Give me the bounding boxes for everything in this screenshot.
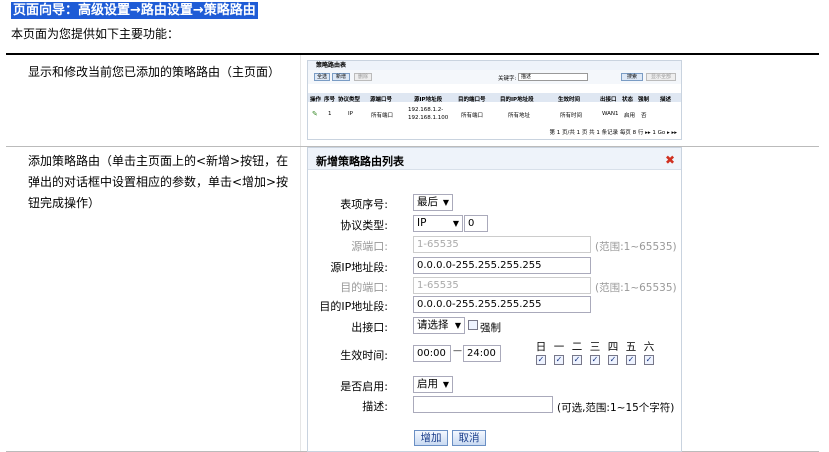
dst-port-label: 目的端口: [340, 281, 388, 294]
column-divider [300, 55, 301, 452]
row2-description: 添加策略路由（单击主页面上的<新增>按钮，在弹出的对话框中设置相应的参数，单击<… [28, 154, 289, 210]
mini-select-all-button: 全选 [314, 73, 330, 81]
mini-header-status: 状态 [622, 97, 634, 103]
mini-cell-force: 否 [641, 113, 647, 119]
chevron-down-icon: ▼ [452, 219, 459, 228]
src-port-hint: (范围:1~65535) [595, 241, 677, 253]
dst-ip-input[interactable]: 0.0.0.0-255.255.255.255 [413, 296, 591, 313]
mini-header-dst-ip: 目的IP地址段 [500, 97, 534, 103]
dst-port-hint: (范围:1~65535) [595, 282, 677, 294]
mini-delete-button: 删除 [354, 73, 372, 81]
row1-description: 显示和修改当前您已添加的策略路由（主页面） [28, 65, 281, 79]
iface-label: 出接口: [351, 321, 388, 334]
mini-cell-proto: IP [348, 111, 353, 117]
dialog-title: 新增策略路由列表 [316, 155, 404, 168]
page-title: 页面向导：高级设置→路由设置→策略路由 [11, 2, 258, 19]
src-ip-label: 源IP地址段: [330, 261, 388, 274]
add-policy-route-dialog: 新增策略路由列表 ✖ 表项序号: 最后 ▼ 协议类型: IP ▼ 0 源端口: 1-… [307, 147, 682, 452]
mini-cell-status: 启用 [624, 113, 636, 119]
day-label-tue: 二 [571, 341, 583, 353]
mini-header-src-ip: 源IP地址段 [414, 97, 443, 103]
policy-route-table-screenshot: 策略路由表 全选 新增 删除 关键字: 描述 搜索 显示全部 操作 序号 协议类… [307, 60, 682, 140]
mini-header-op: 操作 [310, 97, 322, 103]
mini-toolbar: 全选 新增 删除 关键字: 描述 搜索 显示全部 [308, 70, 681, 84]
enable-label: 是否启用: [340, 380, 388, 393]
cancel-button[interactable]: 取消 [452, 430, 486, 446]
edit-icon: ✎ [312, 110, 318, 118]
mini-search-label: 关键字: [498, 76, 517, 82]
mini-header-iface: 出接口 [600, 97, 617, 103]
dst-port-input[interactable]: 1-65535 [413, 277, 591, 294]
index-select-value: 最后 [417, 196, 438, 208]
src-port-input[interactable]: 1-65535 [413, 236, 591, 253]
enable-select-value: 启用 [417, 378, 438, 390]
mini-show-all-button: 显示全部 [646, 73, 676, 81]
mini-header-time: 生效时间 [558, 97, 581, 103]
mini-title: 策略路由表 [308, 61, 681, 70]
chevron-down-icon: ▼ [454, 321, 461, 330]
mini-add-button: 新增 [332, 73, 350, 81]
day-checkbox-mon[interactable]: ✓ [554, 355, 564, 365]
desc-input[interactable] [413, 396, 553, 413]
enable-select[interactable]: 启用 ▼ [413, 376, 453, 393]
mini-cell-dst-port: 所有端口 [461, 113, 484, 119]
close-icon[interactable]: ✖ [665, 153, 675, 167]
proto-number-input[interactable]: 0 [464, 215, 488, 232]
force-label: 强制 [480, 322, 501, 334]
add-button[interactable]: 增加 [414, 430, 448, 446]
mini-cell-index: 1 [328, 111, 332, 117]
time-start-input[interactable]: 00:00 [413, 345, 451, 362]
day-label-sat: 六 [643, 341, 655, 353]
src-port-label: 源端口: [351, 240, 388, 253]
dst-ip-label: 目的IP地址段: [319, 300, 388, 313]
day-label-sun: 日 [535, 341, 547, 353]
mini-cell-src-port: 所有端口 [371, 113, 394, 119]
time-separator: — [453, 346, 462, 356]
index-label: 表项序号: [340, 198, 388, 211]
dialog-header: 新增策略路由列表 ✖ [308, 148, 681, 170]
mini-header-desc: 描述 [660, 97, 672, 103]
iface-select[interactable]: 请选择 ▼ [413, 317, 465, 334]
day-checkbox-sat[interactable]: ✓ [644, 355, 654, 365]
mini-cell-src-ip: 192.168.1.2-192.168.1.100 [408, 107, 449, 121]
time-end-input[interactable]: 24:00 [463, 345, 501, 362]
iface-select-value: 请选择 [417, 319, 449, 331]
mini-header-force: 强制 [638, 97, 650, 103]
day-label-mon: 一 [553, 341, 565, 353]
day-checkbox-wed[interactable]: ✓ [590, 355, 600, 365]
divider [6, 53, 819, 55]
mini-search-button: 搜索 [621, 73, 643, 81]
chevron-down-icon: ▼ [442, 198, 449, 207]
proto-label: 协议类型: [340, 219, 388, 232]
chevron-down-icon: ▼ [442, 380, 449, 389]
src-ip-input[interactable]: 0.0.0.0-255.255.255.255 [413, 257, 591, 274]
day-label-fri: 五 [625, 341, 637, 353]
force-checkbox[interactable] [468, 320, 478, 330]
day-checkbox-sun[interactable]: ✓ [536, 355, 546, 365]
mini-header-proto: 协议类型 [338, 97, 361, 103]
mini-cell-time: 所有时间 [560, 113, 583, 119]
proto-select-value: IP [417, 217, 427, 229]
desc-label: 描述: [362, 400, 388, 413]
mini-cell-iface: WAN1 [602, 111, 619, 117]
mini-search-select: 描述 [518, 73, 588, 81]
day-checkbox-thu[interactable]: ✓ [608, 355, 618, 365]
day-checkbox-fri[interactable]: ✓ [626, 355, 636, 365]
day-checkbox-tue[interactable]: ✓ [572, 355, 582, 365]
desc-hint: (可选,范围:1~15个字符) [557, 402, 675, 414]
mini-cell-dst-ip: 所有地址 [508, 113, 531, 119]
mini-pagination: 第 1 页/共 1 页 共 1 条记录 每页 8 行 ▸▸ 1 Go ▸ ▸▸ [549, 130, 677, 136]
intro-text: 本页面为您提供如下主要功能： [11, 27, 180, 41]
proto-select[interactable]: IP ▼ [413, 215, 463, 232]
index-select[interactable]: 最后 ▼ [413, 194, 453, 211]
mini-header-dst-port: 目的端口号 [458, 97, 486, 103]
mini-header-src-port: 源端口号 [370, 97, 393, 103]
day-label-thu: 四 [607, 341, 619, 353]
mini-header-index: 序号 [324, 97, 336, 103]
time-label: 生效时间: [340, 349, 388, 362]
day-label-wed: 三 [589, 341, 601, 353]
